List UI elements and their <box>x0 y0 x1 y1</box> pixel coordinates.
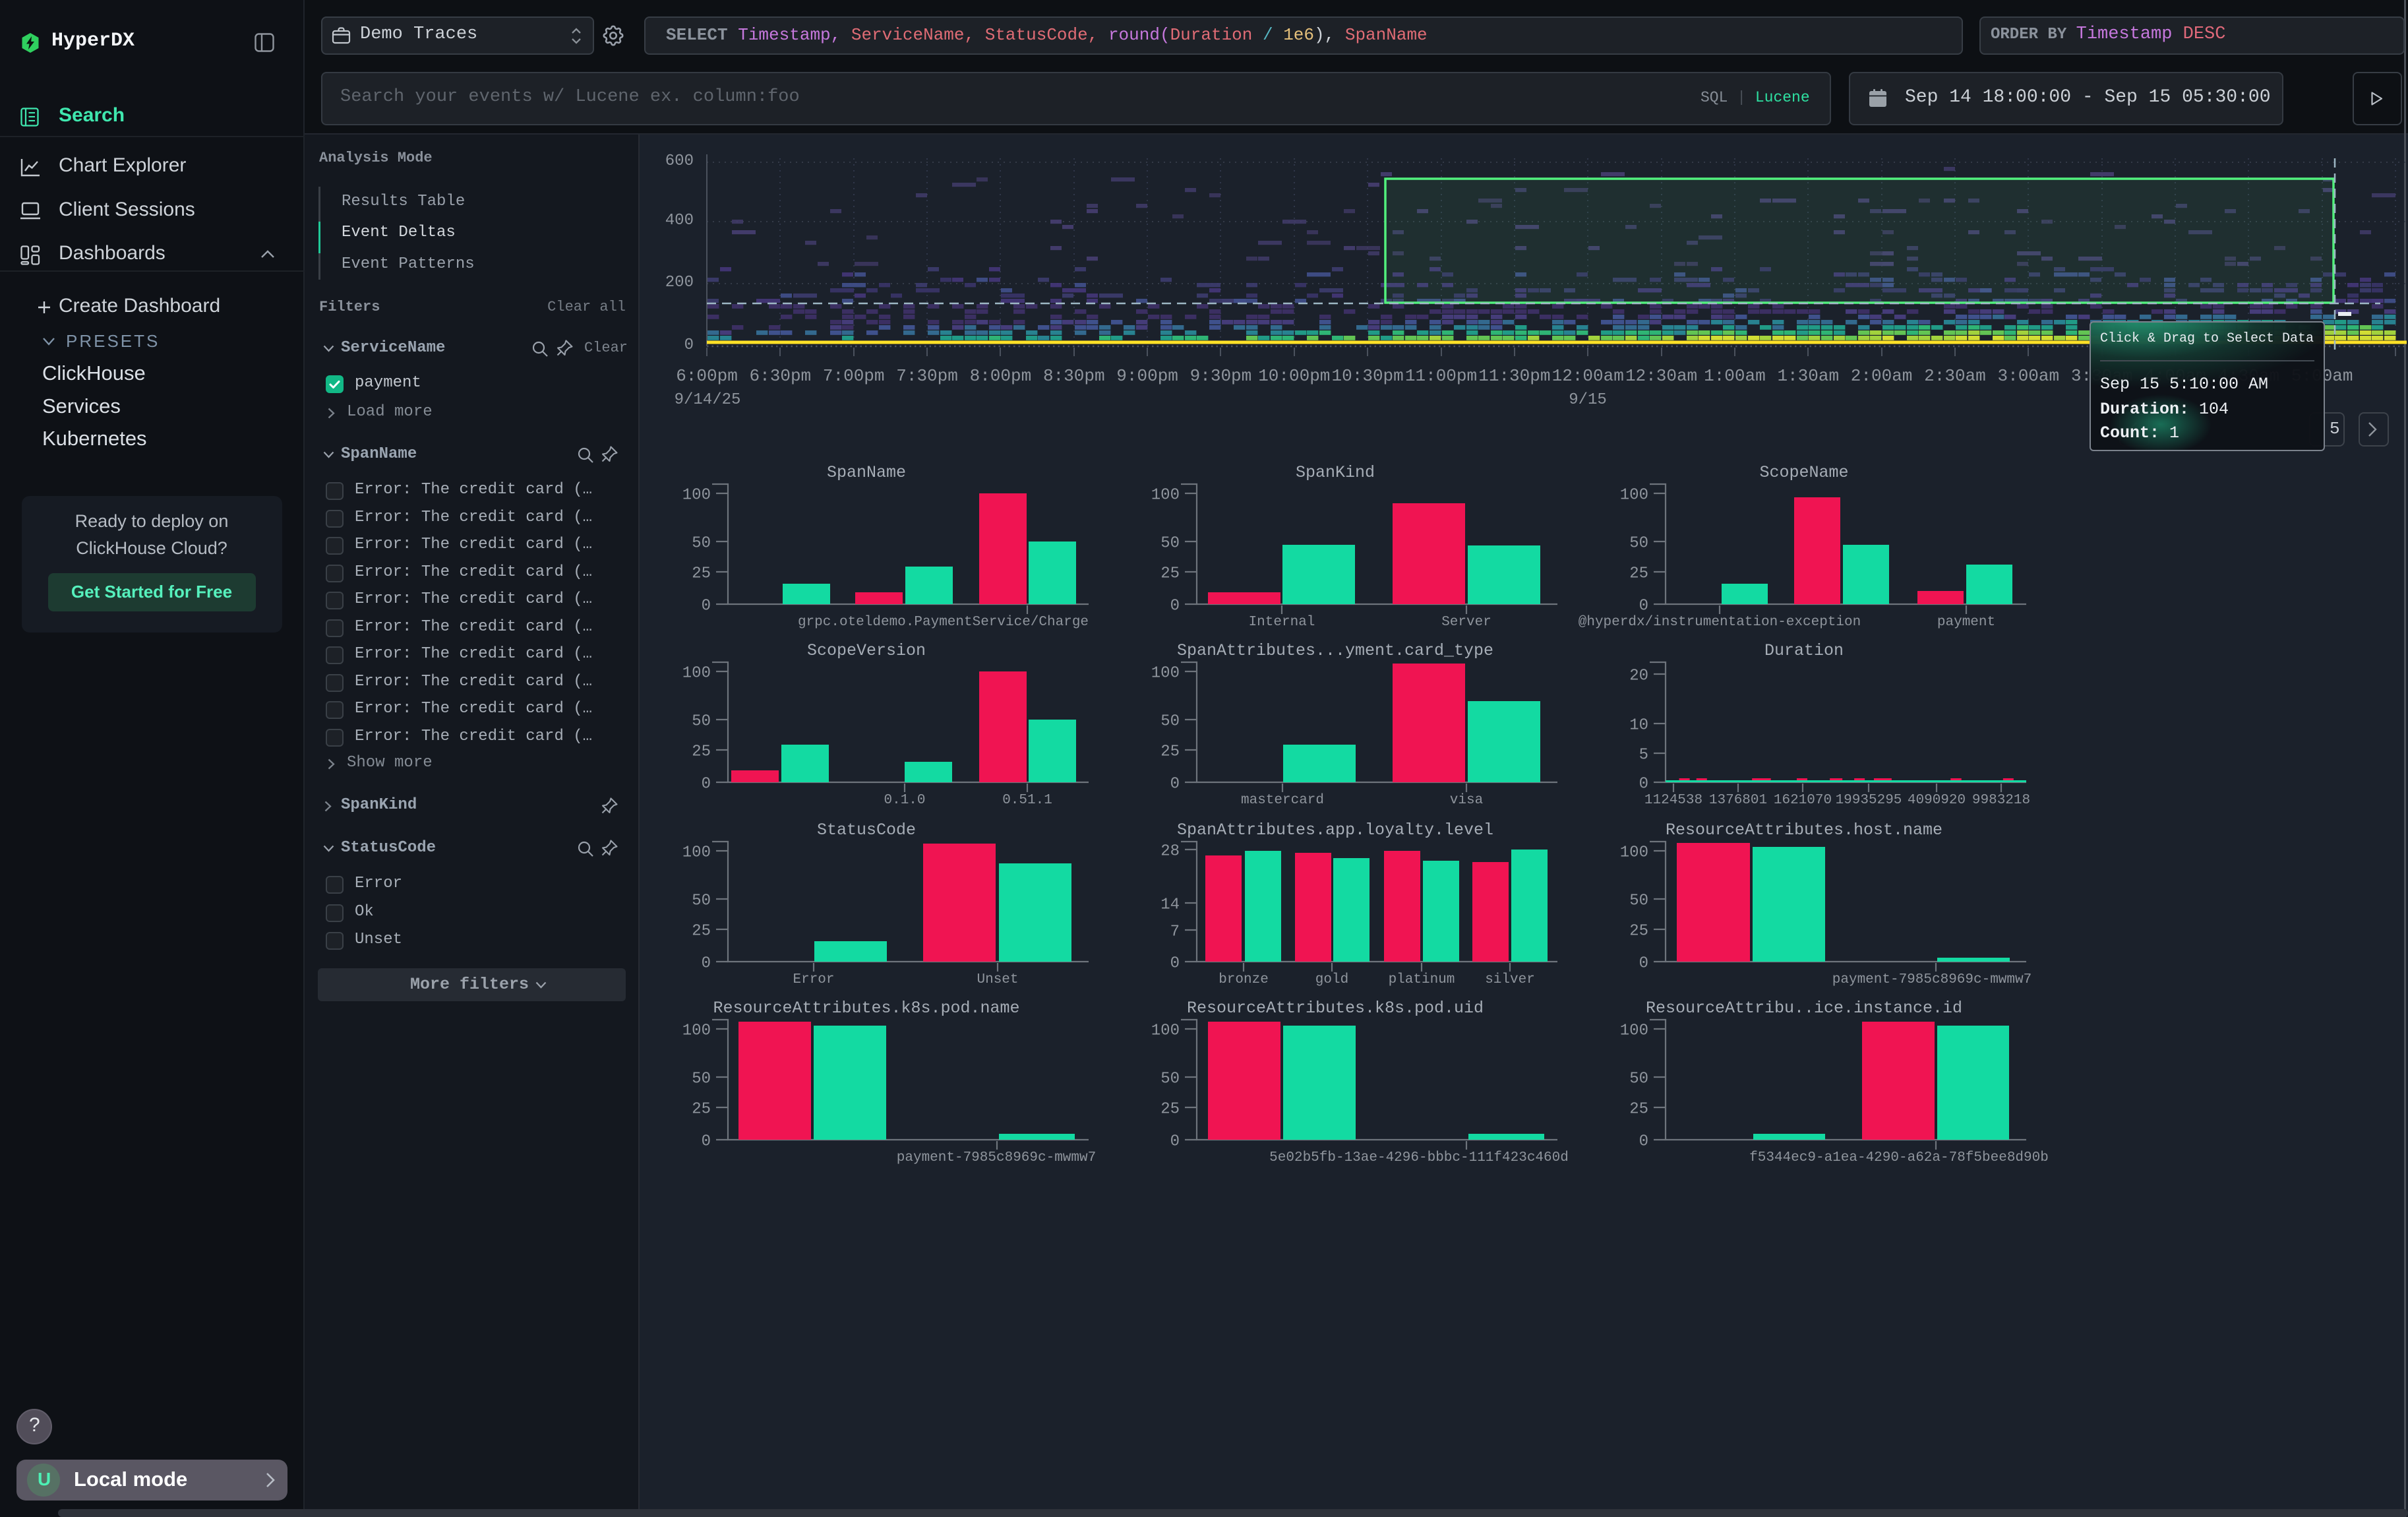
svg-text:mastercard: mastercard <box>1241 793 1324 808</box>
svg-text:ScopeVersion: ScopeVersion <box>807 641 926 660</box>
svg-text:25: 25 <box>692 565 711 583</box>
svg-text:50: 50 <box>1160 1070 1180 1088</box>
svg-text:50: 50 <box>692 1070 711 1088</box>
svg-text:100: 100 <box>1151 487 1180 505</box>
svg-text:100: 100 <box>682 844 711 862</box>
svg-text:grpc.oteldemo.PaymentService/C: grpc.oteldemo.PaymentService/Charge <box>798 615 1089 630</box>
svg-text:1376801: 1376801 <box>1709 793 1767 808</box>
svg-text:0: 0 <box>1170 1133 1180 1151</box>
svg-text:ResourceAttributes.k8s.pod.uid: ResourceAttributes.k8s.pod.uid <box>1187 999 1484 1018</box>
svg-text:19935295: 19935295 <box>1836 793 1902 808</box>
svg-text:0: 0 <box>1170 776 1180 793</box>
svg-text:50: 50 <box>692 713 711 731</box>
svg-text:100: 100 <box>1620 487 1648 505</box>
svg-text:f5344ec9-a1ea-4290-a62a-78f5be: f5344ec9-a1ea-4290-a62a-78f5bee8d90b <box>1749 1150 2049 1165</box>
svg-text:ResourceAttributes.host.name: ResourceAttributes.host.name <box>1666 820 1942 840</box>
svg-text:Internal: Internal <box>1249 615 1315 630</box>
svg-text:50: 50 <box>1629 892 1648 910</box>
svg-text:platinum: platinum <box>1389 972 1455 987</box>
svg-text:50: 50 <box>1629 1070 1648 1088</box>
svg-text:payment-7985c8969c-mwmw7: payment-7985c8969c-mwmw7 <box>1832 972 2032 987</box>
svg-text:0: 0 <box>702 598 711 615</box>
svg-text:SpanName: SpanName <box>827 463 906 482</box>
svg-text:100: 100 <box>682 1022 711 1040</box>
svg-text:payment: payment <box>1937 615 1995 630</box>
svg-text:7: 7 <box>1170 923 1180 941</box>
svg-text:visa: visa <box>1450 793 1483 808</box>
svg-text:25: 25 <box>692 1101 711 1119</box>
svg-text:5: 5 <box>1639 747 1648 764</box>
svg-text:ResourceAttribu..ice.instance.: ResourceAttribu..ice.instance.id <box>1646 999 1962 1018</box>
svg-text:SpanAttributes.app.loyalty.lev: SpanAttributes.app.loyalty.level <box>1177 820 1493 840</box>
svg-text:25: 25 <box>1160 743 1180 761</box>
svg-text:bronze: bronze <box>1219 972 1269 987</box>
svg-text:50: 50 <box>1629 535 1648 553</box>
svg-text:0: 0 <box>1170 598 1180 615</box>
svg-text:25: 25 <box>1629 923 1648 941</box>
svg-text:gold: gold <box>1315 972 1348 987</box>
svg-text:5e02b5fb-13ae-4296-bbbc-111f42: 5e02b5fb-13ae-4296-bbbc-111f423c460d <box>1269 1150 1569 1165</box>
svg-text:0: 0 <box>702 1133 711 1151</box>
svg-text:0: 0 <box>1639 1133 1648 1151</box>
svg-text:SpanAttributes...yment.card_ty: SpanAttributes...yment.card_type <box>1177 641 1493 660</box>
svg-text:Unset: Unset <box>977 972 1018 987</box>
svg-text:ResourceAttributes.k8s.pod.nam: ResourceAttributes.k8s.pod.name <box>713 999 1019 1018</box>
svg-text:1621070: 1621070 <box>1774 793 1832 808</box>
svg-text:0: 0 <box>702 776 711 793</box>
svg-text:50: 50 <box>692 892 711 910</box>
svg-text:Error: Error <box>793 972 834 987</box>
svg-text:payment-7985c8969c-mwmw7: payment-7985c8969c-mwmw7 <box>897 1150 1096 1165</box>
svg-text:14: 14 <box>1160 896 1180 914</box>
svg-text:25: 25 <box>1629 1101 1648 1119</box>
svg-text:0: 0 <box>1639 955 1648 973</box>
svg-text:100: 100 <box>682 665 711 683</box>
svg-text:0.1.0: 0.1.0 <box>884 793 925 808</box>
svg-text:20: 20 <box>1629 667 1648 685</box>
svg-text:50: 50 <box>692 535 711 553</box>
svg-text:100: 100 <box>1151 665 1180 683</box>
svg-text:50: 50 <box>1160 535 1180 553</box>
svg-text:0.51.1: 0.51.1 <box>1002 793 1052 808</box>
svg-text:25: 25 <box>692 923 711 941</box>
svg-text:10: 10 <box>1629 717 1648 735</box>
svg-text:0: 0 <box>1639 598 1648 615</box>
svg-text:SpanKind: SpanKind <box>1296 463 1375 482</box>
svg-text:ScopeName: ScopeName <box>1759 463 1848 482</box>
svg-text:silver: silver <box>1485 972 1535 987</box>
svg-text:@hyperdx/instrumentation-excep: @hyperdx/instrumentation-exception <box>1579 615 1861 630</box>
svg-text:StatusCode: StatusCode <box>817 820 916 840</box>
svg-text:25: 25 <box>1160 1101 1180 1119</box>
svg-text:0: 0 <box>1170 955 1180 973</box>
svg-text:0: 0 <box>702 955 711 973</box>
svg-text:100: 100 <box>1620 844 1648 862</box>
svg-text:0: 0 <box>1639 776 1648 793</box>
svg-text:Duration: Duration <box>1764 641 1844 660</box>
svg-text:28: 28 <box>1160 843 1180 861</box>
svg-text:1124538: 1124538 <box>1644 793 1702 808</box>
svg-text:25: 25 <box>1629 565 1648 583</box>
svg-text:25: 25 <box>692 743 711 761</box>
svg-text:4090920: 4090920 <box>1908 793 1966 808</box>
svg-text:25: 25 <box>1160 565 1180 583</box>
svg-text:9983218: 9983218 <box>1972 793 2030 808</box>
svg-text:100: 100 <box>1151 1022 1180 1040</box>
svg-text:100: 100 <box>1620 1022 1648 1040</box>
svg-text:Server: Server <box>1441 615 1491 630</box>
svg-text:100: 100 <box>682 487 711 505</box>
svg-text:50: 50 <box>1160 713 1180 731</box>
